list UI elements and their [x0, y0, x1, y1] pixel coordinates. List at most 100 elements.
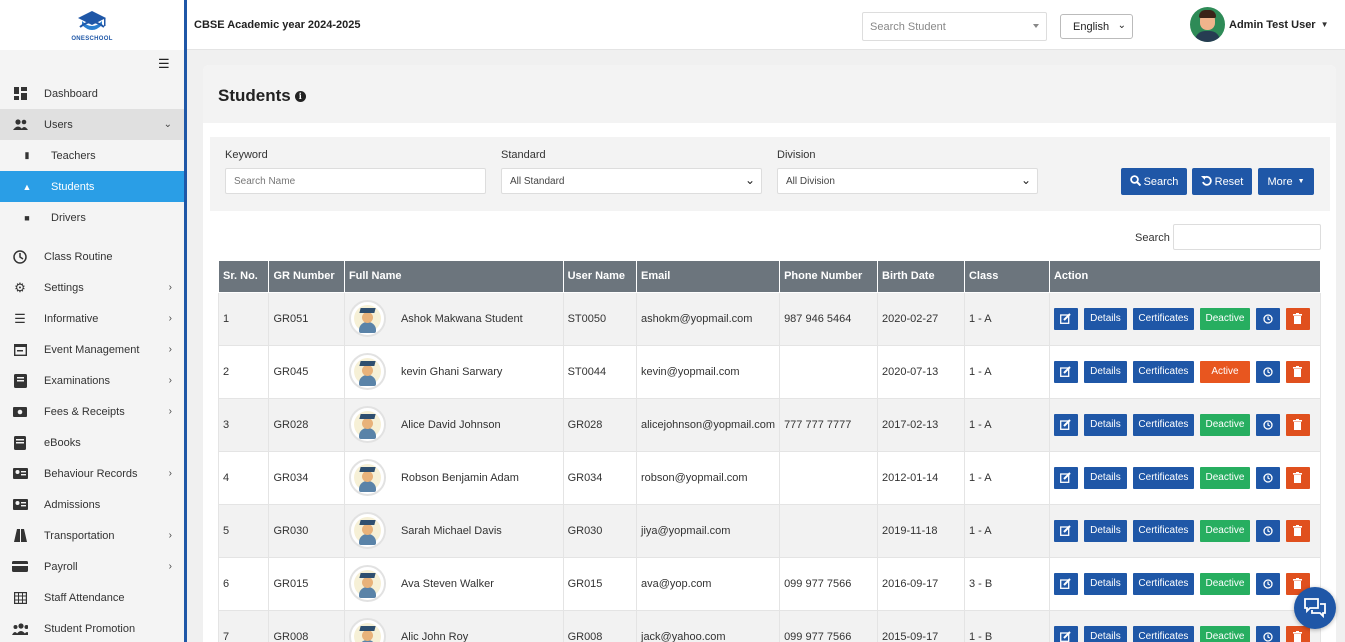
edit-button[interactable] [1053, 307, 1078, 330]
table-search-label: Search [1135, 232, 1170, 244]
sidebar-item-label: Class Routine [44, 250, 113, 263]
row-actions: Details Certificates Deactive [1053, 572, 1316, 595]
standard-value: All Standard [510, 176, 565, 187]
sidebar-item-drivers[interactable]: ■ Drivers [0, 202, 184, 233]
edit-button[interactable] [1053, 360, 1078, 383]
sidebar-item-users[interactable]: Users ⌄ [0, 109, 184, 140]
details-button[interactable]: Details [1083, 307, 1127, 330]
status-toggle-button[interactable]: Deactive [1199, 466, 1250, 489]
edit-button[interactable] [1053, 466, 1078, 489]
details-button[interactable]: Details [1083, 413, 1127, 436]
col-sr-no[interactable]: Sr. No. [217, 261, 270, 293]
table-header-row: Sr. No. GR Number Full Name User Name Em… [217, 261, 1322, 293]
language-select[interactable]: English ⌄ [1060, 14, 1133, 39]
col-gr-number[interactable]: GR Number [268, 261, 345, 293]
col-full-name[interactable]: Full Name [343, 261, 564, 293]
division-select[interactable]: All Division ⌄ [777, 168, 1038, 194]
certificates-button[interactable]: Certificates [1132, 360, 1194, 383]
certificates-button[interactable]: Certificates [1132, 307, 1194, 330]
col-class[interactable]: Class [963, 261, 1050, 293]
logo[interactable]: ONESCHOOL [0, 0, 184, 50]
standard-select[interactable]: All Standard ⌄ [501, 168, 762, 194]
certificates-button[interactable]: Certificates [1132, 519, 1194, 542]
status-toggle-button[interactable]: Deactive [1199, 572, 1250, 595]
search-student-select[interactable]: Search Student [862, 12, 1047, 41]
clock-icon [12, 249, 28, 264]
chat-icon[interactable] [1294, 587, 1336, 629]
certificates-button[interactable]: Certificates [1132, 413, 1194, 436]
users-icon [12, 118, 28, 132]
col-phone-number[interactable]: Phone Number [779, 261, 879, 293]
details-button[interactable]: Details [1083, 466, 1127, 489]
caret-down-icon: ▼ [1297, 178, 1305, 185]
edit-button[interactable] [1053, 519, 1078, 542]
history-button[interactable] [1255, 307, 1280, 330]
delete-button[interactable] [1285, 307, 1310, 330]
user-menu[interactable]: Admin Test User ▼ [1190, 7, 1329, 42]
certificates-button[interactable]: Certificates [1132, 625, 1194, 642]
info-icon[interactable]: i [294, 90, 306, 102]
sidebar-item-transportation[interactable]: Transportation › [0, 520, 184, 551]
sidebar-item-behaviour-records[interactable]: Behaviour Records › [0, 458, 184, 489]
delete-button[interactable] [1285, 625, 1310, 642]
sidebar-item-teachers[interactable]: ▮ Teachers [0, 140, 184, 171]
delete-button[interactable] [1285, 360, 1310, 383]
col-user-name[interactable]: User Name [562, 261, 638, 293]
sidebar-item-payroll[interactable]: Payroll › [0, 551, 184, 582]
sidebar-item-students[interactable]: ▲ Students [0, 171, 184, 202]
sidebar-item-ebooks[interactable]: eBooks [0, 427, 184, 458]
sidebar-item-fees-receipts[interactable]: Fees & Receipts › [0, 396, 184, 427]
sidebar-item-label: Users [44, 118, 73, 131]
sidebar-item-admissions[interactable]: Admissions [0, 489, 184, 520]
table-search-input[interactable] [1173, 224, 1321, 250]
status-toggle-button[interactable]: Deactive [1199, 413, 1250, 436]
edit-button[interactable] [1053, 413, 1078, 436]
sidebar-item-event-management[interactable]: Event Management › [0, 334, 184, 365]
col-email[interactable]: Email [635, 261, 781, 293]
edit-button[interactable] [1053, 625, 1078, 642]
cell-gr-number: GR030 [268, 503, 345, 558]
keyword-input[interactable]: Search Name [225, 168, 486, 194]
delete-button[interactable] [1285, 413, 1310, 436]
status-toggle-button[interactable]: Deactive [1199, 307, 1250, 330]
details-button[interactable]: Details [1083, 519, 1127, 542]
sidebar-item-student-promotion[interactable]: Student Promotion [0, 613, 184, 642]
cell-actions: Details Certificates Deactive [1048, 556, 1322, 611]
cell-sr-no: 3 [217, 397, 270, 452]
reset-button[interactable]: Reset [1192, 168, 1252, 195]
history-button[interactable] [1255, 572, 1280, 595]
status-toggle-button[interactable]: Deactive [1199, 519, 1250, 542]
history-button[interactable] [1255, 625, 1280, 642]
history-button[interactable] [1255, 360, 1280, 383]
search-button[interactable]: Search [1121, 168, 1187, 195]
sidebar-item-class-routine[interactable]: Class Routine [0, 241, 184, 272]
sidebar-item-examinations[interactable]: Examinations › [0, 365, 184, 396]
details-button[interactable]: Details [1083, 625, 1127, 642]
table-row: 6 GR015 Ava Steven Walker GR015 ava@yop.com 0… [217, 556, 1322, 611]
sidebar-item-dashboard[interactable]: Dashboard [0, 78, 184, 109]
certificates-button[interactable]: Certificates [1132, 466, 1194, 489]
details-button[interactable]: Details [1083, 360, 1127, 383]
details-button[interactable]: Details [1083, 572, 1127, 595]
student-name-cell: Ava Steven Walker [348, 565, 559, 602]
menu-toggle-icon[interactable]: ☰ [158, 56, 170, 72]
sidebar-item-settings[interactable]: ⚙ Settings › [0, 272, 184, 303]
col-birth-date[interactable]: Birth Date [877, 261, 965, 293]
history-button[interactable] [1255, 466, 1280, 489]
sidebar-item-label: Behaviour Records [44, 467, 138, 480]
status-toggle-button[interactable]: Active [1199, 360, 1250, 383]
more-button[interactable]: More ▼ [1258, 168, 1314, 195]
certificates-button[interactable]: Certificates [1132, 572, 1194, 595]
history-button[interactable] [1255, 413, 1280, 436]
cell-birth-date: 2012-01-14 [877, 450, 965, 505]
delete-button[interactable] [1285, 519, 1310, 542]
history-button[interactable] [1255, 519, 1280, 542]
status-toggle-button[interactable]: Deactive [1199, 625, 1250, 642]
chevron-down-icon: ⌄ [744, 173, 755, 187]
delete-button[interactable] [1285, 466, 1310, 489]
edit-button[interactable] [1053, 572, 1078, 595]
sidebar-item-staff-attendance[interactable]: Staff Attendance [0, 582, 184, 613]
cell-email: jack@yahoo.com [635, 609, 781, 642]
cell-full-name: Alice David Johnson [343, 397, 564, 452]
sidebar-item-informative[interactable]: ☰ Informative › [0, 303, 184, 334]
